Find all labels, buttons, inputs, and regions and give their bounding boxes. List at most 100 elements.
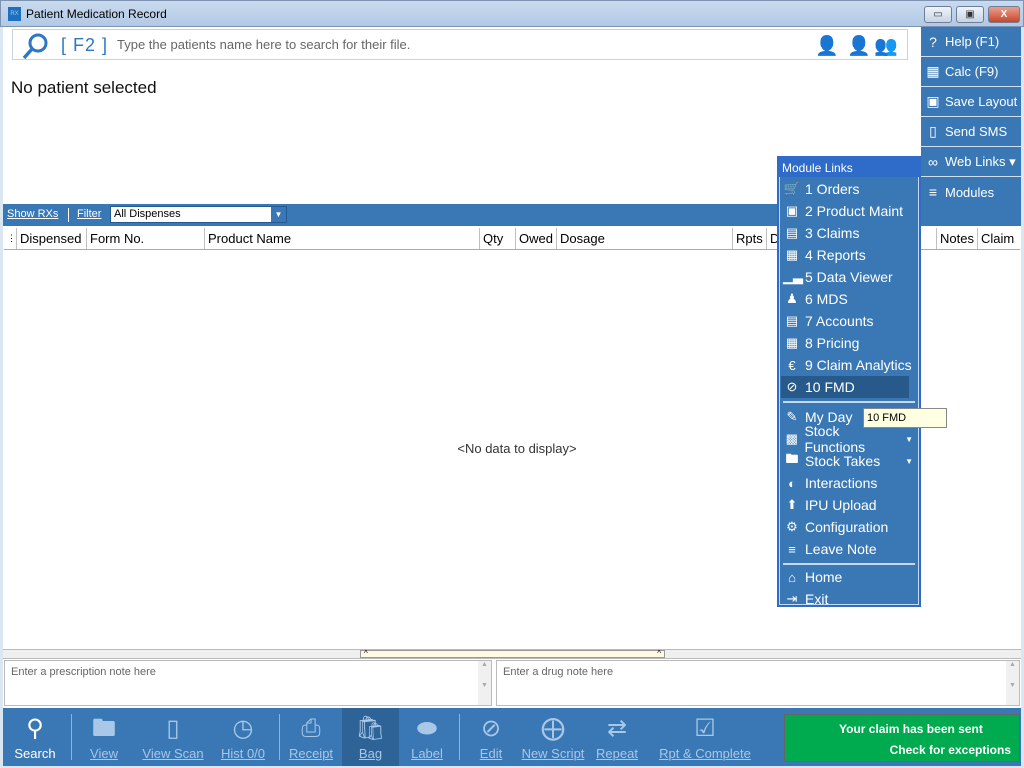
modules-label: Modules bbox=[945, 184, 995, 200]
chevron-down-icon: ▼ bbox=[271, 207, 286, 222]
history-label: Hist 0/0 bbox=[220, 746, 266, 761]
search-input[interactable]: Type the patients name here to search fo… bbox=[117, 37, 410, 52]
calc-button[interactable]: ▦ Calc (F9) bbox=[921, 57, 1021, 87]
column-owed[interactable]: Owed bbox=[516, 228, 557, 249]
send-sms-button[interactable]: ▯ Send SMS bbox=[921, 117, 1021, 147]
column-rpts[interactable]: Rpts bbox=[733, 228, 767, 249]
save-icon: ▣ bbox=[926, 93, 940, 109]
web-links-label: Web Links ▾ bbox=[945, 153, 1016, 169]
view-scan-button[interactable]: ▯ View Scan bbox=[137, 708, 209, 766]
menu-item-label: 6 MDS bbox=[805, 291, 848, 307]
column-dispensed[interactable]: Dispensed bbox=[17, 228, 87, 249]
bag-icon: 🛍 bbox=[355, 715, 386, 742]
column-dosage[interactable]: Dosage bbox=[557, 228, 733, 249]
menu-item-stock-takes[interactable]: 🖿 Stock Takes ▼ bbox=[781, 450, 917, 472]
save-layout-button[interactable]: ▣ Save Layout bbox=[921, 87, 1021, 117]
prescription-note-placeholder: Enter a prescription note here bbox=[11, 666, 156, 678]
patient-group-icon[interactable]: 👥 bbox=[874, 34, 898, 58]
calculator-icon: ▦ bbox=[785, 335, 799, 350]
menu-item-interactions[interactable]: ◐ Interactions bbox=[781, 472, 917, 494]
menu-item-stock-functions[interactable]: ▩ Stock Functions ▼ bbox=[781, 423, 917, 455]
list-icon: ≡ bbox=[928, 184, 938, 200]
submenu-arrow-icon: ▼ bbox=[905, 456, 913, 466]
view-button[interactable]: 🖿 View bbox=[79, 708, 129, 766]
menu-item-label: Interactions bbox=[805, 475, 878, 491]
menu-item-4-reports[interactable]: ▦ 4 Reports bbox=[781, 244, 917, 266]
search-label: Search bbox=[14, 746, 56, 761]
prescription-note-input[interactable]: Enter a prescription note here ▲ ▼ bbox=[4, 660, 492, 706]
module-links-menu: Module Links 🛒 1 Orders ▣ 2 Product Maint ▤ 3… bbox=[777, 156, 921, 607]
scroll-icon: ▤ bbox=[785, 225, 799, 240]
menu-item-7-accounts[interactable]: ▤ 7 Accounts bbox=[781, 310, 917, 332]
column-notes[interactable]: Notes bbox=[937, 228, 978, 249]
menu-item-6-mds[interactable]: ♟ 6 MDS bbox=[781, 288, 917, 310]
title-bar: RX Patient Medication Record ▭ ▣ X bbox=[0, 0, 1024, 27]
filter-select[interactable]: All Dispenses ▼ bbox=[110, 206, 287, 223]
view-label: View bbox=[90, 746, 118, 761]
menu-item-label: 9 Claim Analytics bbox=[805, 357, 912, 373]
show-rxs-link[interactable]: Show RXs bbox=[7, 208, 58, 220]
label-button[interactable]: ⬬ Label bbox=[401, 708, 453, 766]
claim-status-panel[interactable]: Your claim has been sent Check for excep… bbox=[784, 714, 1020, 762]
menu-item-label: 7 Accounts bbox=[805, 313, 874, 329]
edit-button[interactable]: ⊘ Edit bbox=[465, 708, 517, 766]
window-title: Patient Medication Record bbox=[26, 7, 167, 21]
menu-item-leave-note[interactable]: ≡ Leave Note bbox=[781, 538, 917, 560]
menu-item-1-orders[interactable]: 🛒 1 Orders bbox=[781, 178, 917, 200]
box-icon: ▣ bbox=[785, 203, 799, 218]
menu-item-9-claim-analytics[interactable]: €9 Claim Analytics bbox=[781, 354, 917, 376]
minimize-button[interactable]: ▭ bbox=[924, 6, 952, 23]
find-patient-icon[interactable]: 👤 bbox=[815, 34, 839, 58]
patient-search-bar[interactable]: [ F2 ] Type the patients name here to se… bbox=[12, 29, 908, 60]
column-product-name[interactable]: Product Name bbox=[205, 228, 480, 249]
column-form-no[interactable]: Form No. bbox=[87, 228, 205, 249]
new-script-label: New Script bbox=[521, 746, 585, 761]
menu-item-ipu-upload[interactable]: ⬆ IPU Upload bbox=[781, 494, 917, 516]
bag-button[interactable]: 🛍 Bag bbox=[342, 708, 399, 766]
repeat-icon: ⇄ bbox=[606, 715, 628, 742]
tooltip: 10 FMD bbox=[863, 408, 947, 428]
receipt-label: Receipt bbox=[288, 746, 334, 761]
repeat-complete-label: Rpt & Complete bbox=[659, 746, 751, 761]
search-button[interactable]: ⚲ Search bbox=[9, 708, 61, 766]
new-script-button[interactable]: ⨁ New Script bbox=[519, 708, 587, 766]
menu-item-home[interactable]: ⌂ Home bbox=[781, 566, 917, 588]
menu-item-5-data-viewer[interactable]: ▁▃ 5 Data Viewer bbox=[781, 266, 917, 288]
search-icon: ⚲ bbox=[26, 715, 44, 742]
column-chooser-icon[interactable]: ⋮ bbox=[4, 228, 17, 249]
repeat-complete-button[interactable]: ☑ Rpt & Complete bbox=[653, 708, 757, 766]
app-icon: RX bbox=[8, 7, 21, 21]
scrollbar[interactable]: ▲ ▼ bbox=[478, 661, 491, 705]
exit-icon: ⇥ bbox=[786, 591, 798, 606]
fmd-icon: ⊘ bbox=[786, 379, 798, 394]
receipt-button[interactable]: ⎙ Receipt bbox=[283, 708, 339, 766]
right-panel: ? Help (F1) ▦ Calc (F9) ▣ Save Layout ▯ Send… bbox=[921, 27, 1021, 204]
menu-item-label: 4 Reports bbox=[805, 247, 866, 263]
menu-item-2-product-maint[interactable]: ▣ 2 Product Maint bbox=[781, 200, 917, 222]
menu-item-3-claims[interactable]: ▤ 3 Claims bbox=[781, 222, 917, 244]
menu-item-label: Leave Note bbox=[805, 541, 877, 557]
drug-note-input[interactable]: Enter a drug note here ▲ ▼ bbox=[496, 660, 1020, 706]
web-links-button[interactable]: ∞ Web Links ▾ bbox=[921, 147, 1021, 177]
restore-button[interactable]: ▣ bbox=[956, 6, 984, 23]
link-icon: ∞ bbox=[928, 153, 938, 170]
scrollbar[interactable]: ▲ ▼ bbox=[1006, 661, 1019, 705]
view-folder-icon: 🖿 bbox=[92, 715, 116, 742]
menu-item-label: 10 FMD bbox=[805, 379, 855, 395]
splitter-handle[interactable]: ^ ^ bbox=[360, 650, 665, 658]
interactions-icon: ◐ bbox=[788, 475, 796, 491]
repeat-button[interactable]: ⇄ Repeat bbox=[591, 708, 643, 766]
close-button[interactable]: X bbox=[988, 6, 1020, 23]
history-button[interactable]: ◷ Hist 0/0 bbox=[215, 708, 271, 766]
menu-item-10-fmd[interactable]: ⊘ 10 FMD bbox=[781, 376, 909, 398]
column-qty[interactable]: Qty bbox=[480, 228, 516, 249]
add-patient-icon[interactable]: 👤 bbox=[847, 34, 871, 58]
menu-item-exit[interactable]: ⇥ Exit bbox=[781, 588, 917, 610]
divider bbox=[279, 714, 280, 760]
menu-item-configuration[interactable]: ⚙ Configuration bbox=[781, 516, 917, 538]
menu-item-8-pricing[interactable]: ▦ 8 Pricing bbox=[781, 332, 917, 354]
menu-item-label: IPU Upload bbox=[805, 497, 877, 513]
modules-button[interactable]: ≡ Modules bbox=[921, 177, 1021, 207]
help-button[interactable]: ? Help (F1) bbox=[921, 27, 1021, 57]
column-claim[interactable]: Claim bbox=[978, 228, 1020, 249]
